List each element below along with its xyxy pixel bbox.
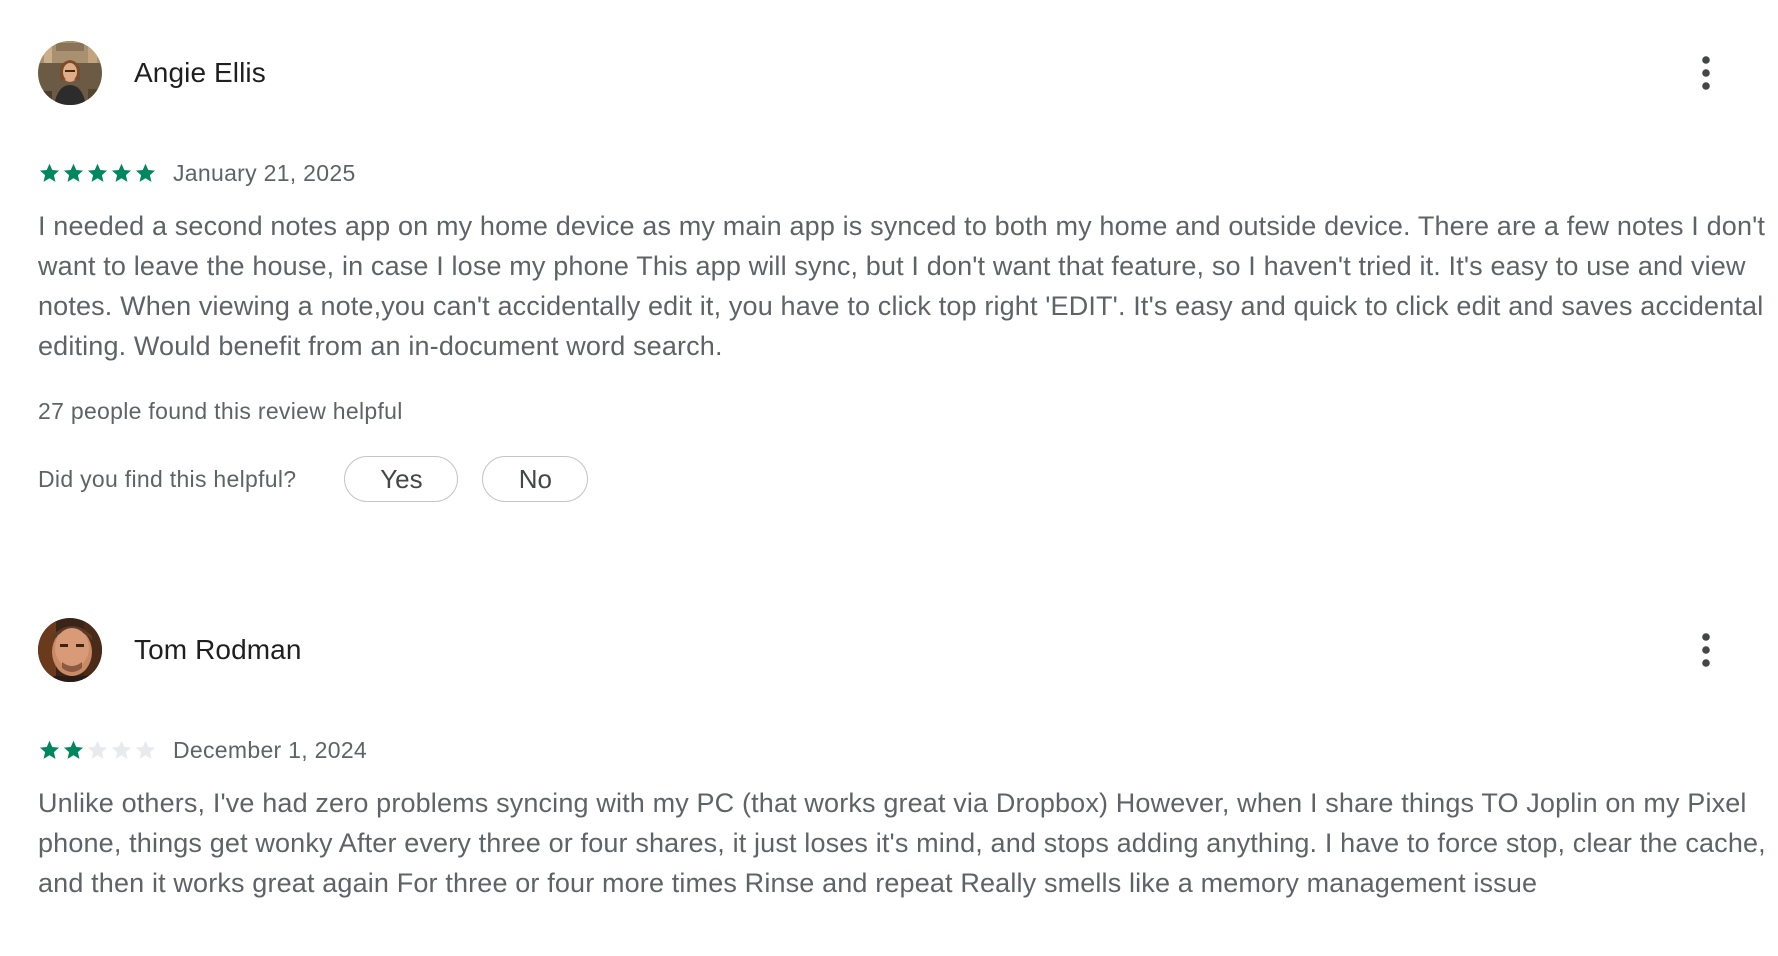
yes-button[interactable]: Yes	[344, 456, 459, 502]
review-card: Tom Rodman December 1, 2024 Unlike other…	[38, 617, 1766, 903]
reviewer-name: Angie Ellis	[134, 57, 266, 88]
review-text: Unlike others, I've had zero problems sy…	[38, 788, 1766, 898]
star-filled-icon	[63, 740, 84, 759]
review-date: December 1, 2024	[173, 736, 368, 763]
review-card: Angie Ellis January 21, 2025 I needed a …	[38, 40, 1765, 503]
no-button[interactable]: No	[482, 456, 589, 502]
review-header: Tom Rodman	[38, 617, 1758, 683]
review-meta: December 1, 2024	[38, 735, 1758, 765]
helpful-feedback: Did you find this helpful? Yes No	[38, 455, 1758, 503]
helpful-question: Did you find this helpful?	[38, 465, 297, 492]
star-empty-icon	[87, 740, 108, 759]
reviewer-avatar	[38, 618, 102, 682]
star-filled-icon	[39, 740, 60, 759]
more-vert-icon	[1702, 56, 1710, 90]
review-date: January 21, 2025	[173, 159, 356, 186]
more-options-button[interactable]	[1684, 51, 1728, 95]
review-text: I needed a second notes app on my home d…	[38, 211, 1766, 361]
star-rating	[38, 162, 157, 185]
reviewer-name: Tom Rodman	[134, 634, 302, 665]
review-header: Angie Ellis	[38, 40, 1758, 106]
more-vert-icon	[1702, 633, 1710, 667]
star-filled-icon	[39, 163, 60, 182]
star-empty-icon	[111, 740, 132, 759]
star-filled-icon	[87, 163, 108, 182]
reviewer-avatar	[38, 41, 102, 105]
helpful-count: 27 people found this review helpful	[38, 398, 403, 424]
review-meta: January 21, 2025	[38, 158, 1758, 188]
star-filled-icon	[111, 163, 132, 182]
star-empty-icon	[135, 740, 156, 759]
star-filled-icon	[135, 163, 156, 182]
more-options-button[interactable]	[1684, 628, 1728, 672]
star-filled-icon	[63, 163, 84, 182]
star-rating	[38, 739, 157, 762]
